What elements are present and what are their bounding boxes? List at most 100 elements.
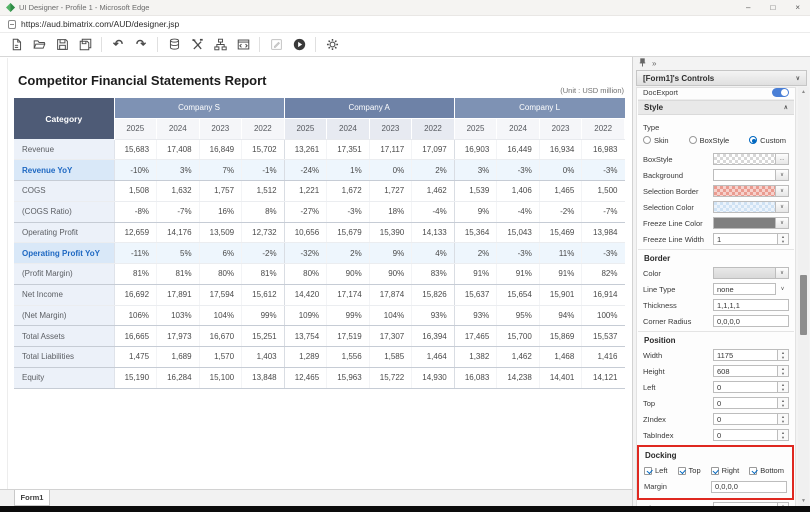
dock-left-checkbox[interactable] bbox=[644, 467, 652, 475]
line-type-label: Line Type bbox=[643, 285, 713, 294]
table-row: Total Assets16,66517,97316,67015,25113,7… bbox=[14, 326, 625, 347]
save-all-icon[interactable] bbox=[78, 38, 92, 52]
radio-skin-circle[interactable] bbox=[643, 136, 651, 144]
open-folder-icon[interactable] bbox=[32, 38, 46, 52]
boxstyle-swatch[interactable] bbox=[713, 153, 776, 165]
design-canvas[interactable]: Competitor Financial Statements Report (… bbox=[0, 58, 632, 489]
dock-bottom-checkbox[interactable] bbox=[749, 467, 757, 475]
value-cell: 104% bbox=[199, 305, 242, 326]
radio-skin[interactable]: Skin bbox=[643, 136, 669, 145]
url-text[interactable]: https://aud.bimatrix.com/AUD/designer.js… bbox=[21, 19, 179, 29]
scroll-up-icon[interactable]: ▲ bbox=[798, 87, 809, 97]
value-cell: -8% bbox=[114, 201, 157, 222]
boxstyle-row: BoxStyle … bbox=[638, 151, 794, 167]
corner-radius-input[interactable]: 0,0,0,0 bbox=[713, 315, 789, 327]
category-header: Category bbox=[14, 98, 114, 139]
line-type-select[interactable]: none bbox=[713, 283, 776, 295]
radio-custom[interactable]: Custom bbox=[749, 136, 786, 145]
selection-border-dropdown-icon[interactable]: ∨ bbox=[776, 185, 789, 197]
minw-input[interactable]: 0 bbox=[713, 502, 778, 506]
radio-boxstyle-circle[interactable] bbox=[689, 136, 697, 144]
left-stepper[interactable]: ▴▾ bbox=[778, 381, 789, 393]
value-cell: 17,891 bbox=[157, 284, 200, 305]
tabindex-stepper[interactable]: ▴▾ bbox=[778, 429, 789, 441]
boxstyle-ellipsis-button[interactable]: … bbox=[776, 153, 789, 165]
type-radio-group: Skin BoxStyle Custom bbox=[638, 133, 794, 147]
run-icon[interactable] bbox=[292, 38, 306, 52]
year-header: 2023 bbox=[539, 118, 582, 139]
top-input[interactable]: 0 bbox=[713, 397, 778, 409]
dock-bottom[interactable]: Bottom bbox=[749, 466, 784, 475]
selection-color-swatch[interactable] bbox=[713, 201, 776, 213]
scrollbar-thumb[interactable] bbox=[800, 275, 807, 335]
value-cell: 17,174 bbox=[327, 284, 370, 305]
undo-icon[interactable]: ↶ bbox=[111, 38, 125, 52]
value-cell: 15,722 bbox=[369, 367, 412, 388]
collapse-panel-icon[interactable]: » bbox=[652, 59, 656, 68]
value-cell: 18% bbox=[369, 201, 412, 222]
zindex-stepper[interactable]: ▴▾ bbox=[778, 413, 789, 425]
value-cell: 14,930 bbox=[412, 367, 455, 388]
tools-icon[interactable] bbox=[190, 38, 204, 52]
panel-scrollbar[interactable]: ▲ ▼ bbox=[798, 87, 809, 506]
selection-color-label: Selection Color bbox=[643, 203, 713, 212]
edit-icon[interactable] bbox=[269, 38, 283, 52]
width-stepper[interactable]: ▴▾ bbox=[778, 349, 789, 361]
redo-icon[interactable]: ↷ bbox=[134, 38, 148, 52]
value-cell: 3% bbox=[157, 160, 200, 181]
docexport-toggle[interactable] bbox=[772, 88, 789, 97]
dock-right-checkbox[interactable] bbox=[711, 467, 719, 475]
dock-left[interactable]: Left bbox=[644, 466, 668, 475]
selection-color-dropdown-icon[interactable]: ∨ bbox=[776, 201, 789, 213]
designer-toolbar: ↶ ↷ bbox=[0, 33, 810, 57]
scroll-down-icon[interactable]: ▼ bbox=[798, 496, 809, 506]
new-file-icon[interactable] bbox=[9, 38, 23, 52]
row-label: Net Income bbox=[14, 284, 114, 305]
freeze-line-color-swatch[interactable] bbox=[713, 217, 776, 229]
save-icon[interactable] bbox=[55, 38, 69, 52]
hierarchy-icon[interactable] bbox=[213, 38, 227, 52]
close-button[interactable]: × bbox=[795, 3, 800, 12]
margin-input[interactable]: 0,0,0,0 bbox=[711, 481, 787, 493]
height-stepper[interactable]: ▴▾ bbox=[778, 365, 789, 377]
dock-top[interactable]: Top bbox=[678, 466, 701, 475]
zindex-input[interactable]: 0 bbox=[713, 413, 778, 425]
style-section-title: Style bbox=[644, 103, 663, 112]
address-bar[interactable]: https://aud.bimatrix.com/AUD/designer.js… bbox=[0, 16, 810, 33]
top-stepper[interactable]: ▴▾ bbox=[778, 397, 789, 409]
width-input[interactable]: 1175 bbox=[713, 349, 778, 361]
selection-border-label: Selection Border bbox=[643, 187, 713, 196]
panel-header[interactable]: [Form1]'s Controls ∨ bbox=[636, 70, 807, 86]
row-label: Total Assets bbox=[14, 326, 114, 347]
code-view-icon[interactable] bbox=[236, 38, 250, 52]
border-color-swatch[interactable] bbox=[713, 267, 776, 279]
tabindex-input[interactable]: 0 bbox=[713, 429, 778, 441]
style-section-header[interactable]: Style ∧ bbox=[638, 100, 794, 115]
top-label: Top bbox=[643, 399, 713, 408]
height-input[interactable]: 608 bbox=[713, 365, 778, 377]
freeze-line-width-stepper[interactable]: ▴▾ bbox=[778, 233, 789, 245]
dock-right[interactable]: Right bbox=[711, 466, 740, 475]
value-cell: 94% bbox=[539, 305, 582, 326]
pin-icon[interactable] bbox=[639, 58, 646, 69]
left-input[interactable]: 0 bbox=[713, 381, 778, 393]
background-swatch[interactable] bbox=[713, 169, 776, 181]
dock-top-checkbox[interactable] bbox=[678, 467, 686, 475]
tab-form1[interactable]: Form1 bbox=[14, 490, 50, 506]
radio-boxstyle[interactable]: BoxStyle bbox=[689, 136, 730, 145]
background-dropdown-icon[interactable]: ∨ bbox=[776, 169, 789, 181]
selection-border-swatch[interactable] bbox=[713, 185, 776, 197]
radio-custom-circle[interactable] bbox=[749, 136, 757, 144]
docking-checkbox-row: Left Top Right Bottom bbox=[639, 463, 792, 478]
settings-gear-icon[interactable] bbox=[325, 38, 339, 52]
maximize-button[interactable]: □ bbox=[770, 3, 775, 12]
minimize-button[interactable]: – bbox=[746, 3, 750, 12]
border-color-dropdown-icon[interactable]: ∨ bbox=[776, 267, 789, 279]
freeze-line-color-dropdown-icon[interactable]: ∨ bbox=[776, 217, 789, 229]
minw-stepper[interactable]: ▴▾ bbox=[778, 502, 789, 506]
line-type-dropdown-icon[interactable]: ∨ bbox=[776, 283, 789, 295]
freeze-line-width-input[interactable]: 1 bbox=[713, 233, 778, 245]
value-cell: 1,416 bbox=[582, 347, 625, 368]
thickness-input[interactable]: 1,1,1,1 bbox=[713, 299, 789, 311]
database-icon[interactable] bbox=[167, 38, 181, 52]
